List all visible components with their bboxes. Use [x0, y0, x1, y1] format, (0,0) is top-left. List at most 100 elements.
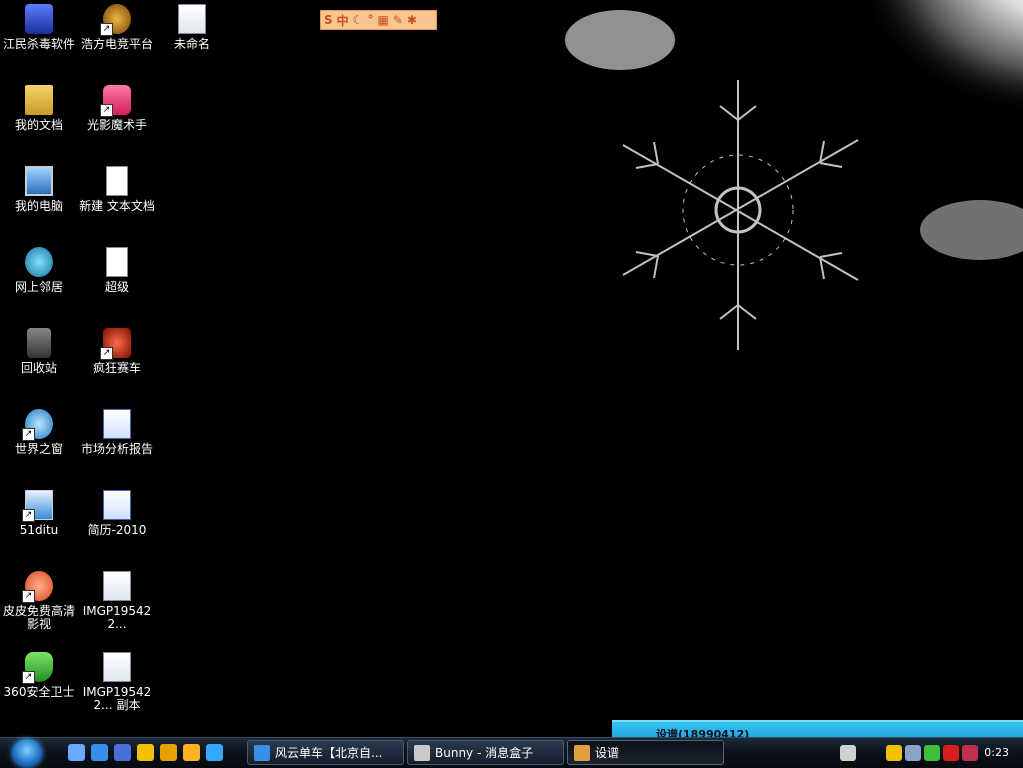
desktop-icon[interactable]: 我的电脑: [0, 164, 78, 213]
racing-game-icon[interactable]: ↗: [100, 326, 134, 360]
recycle-bin-icon[interactable]: [22, 326, 56, 360]
desktop-icon[interactable]: 网上邻居: [0, 245, 78, 294]
image-file-icon[interactable]: [100, 569, 134, 603]
desktop-icon-label: 简历-2010: [87, 523, 147, 537]
qq-icon[interactable]: [886, 745, 902, 761]
ime-toolbar[interactable]: S 中 ☾ ° ▦ ✎ ✱: [320, 10, 437, 30]
desktop-icon[interactable]: IMGP195422... 副本: [78, 650, 156, 712]
show-desktop-icon[interactable]: [68, 744, 85, 761]
taskbar: 风云单车【北京自... Bunny - 消息盒子 设谱 0:23: [0, 737, 1023, 768]
image-file-icon[interactable]: [100, 650, 134, 684]
desktop-icon[interactable]: 我的文档: [0, 83, 78, 132]
desktop-icon[interactable]: 回收站: [0, 326, 78, 375]
desktop-icon-label: 市场分析报告: [80, 442, 153, 456]
word-document-icon[interactable]: [100, 488, 134, 522]
desktop-icon[interactable]: 未命名: [153, 2, 231, 51]
shortcut-arrow-icon: ↗: [22, 428, 35, 441]
text-document-icon[interactable]: [100, 245, 134, 279]
word-document-icon[interactable]: [100, 407, 134, 441]
desktop-icon[interactable]: ↗ 51ditu: [0, 488, 78, 537]
desktop-icon-label: 我的电脑: [14, 199, 63, 213]
desktop-icon-label: IMGP195422...: [82, 604, 152, 631]
desktop-icon-label: 51ditu: [19, 523, 59, 537]
jiangmin-antivirus-icon[interactable]: [22, 2, 56, 36]
desktop-icon[interactable]: ↗ 浩方电竞平台: [78, 2, 156, 51]
sogou-logo-icon[interactable]: S: [324, 13, 333, 27]
360-security-icon[interactable]: [924, 745, 940, 761]
taskbar-button-label: 风云单车【北京自...: [275, 746, 383, 760]
desktop-icon[interactable]: 市场分析报告: [78, 407, 156, 456]
media-player-icon[interactable]: [114, 744, 131, 761]
message-box-icon: [414, 744, 430, 761]
desktop-icon-label: 新建 文本文档: [79, 199, 155, 213]
desktop-icon-label: 360安全卫士: [3, 685, 75, 699]
taskbar-button[interactable]: 风云单车【北京自...: [247, 740, 404, 765]
360-security-icon[interactable]: ↗: [22, 650, 56, 684]
video-player-icon[interactable]: ↗: [22, 569, 56, 603]
qq-contacts-icon: [574, 744, 590, 761]
desktop-icon-label: 疯狂赛车: [92, 361, 141, 375]
ime-mode-indicator[interactable]: 中: [337, 12, 349, 29]
shortcut-arrow-icon: ↗: [100, 104, 113, 117]
desktop-icon[interactable]: 简历-2010: [78, 488, 156, 537]
shield-icon[interactable]: [962, 745, 978, 761]
moon-icon[interactable]: ☾: [353, 13, 364, 27]
ie-browser-icon[interactable]: [91, 744, 108, 761]
desktop-icon-label: IMGP195422... 副本: [82, 685, 152, 712]
text-document-icon[interactable]: [100, 164, 134, 198]
desktop-icon[interactable]: ↗ 世界之窗: [0, 407, 78, 456]
desktop-icon[interactable]: IMGP195422...: [78, 569, 156, 631]
taskbar-button-label: 设谱: [595, 746, 620, 760]
desktop-icon[interactable]: ↗ 疯狂赛车: [78, 326, 156, 375]
my-computer-icon[interactable]: [22, 164, 56, 198]
desktop-icon[interactable]: 新建 文本文档: [78, 164, 156, 213]
taskbar-button[interactable]: 设谱: [567, 740, 724, 765]
shortcut-arrow-icon: ↗: [100, 23, 113, 36]
taskbar-button[interactable]: Bunny - 消息盒子: [407, 740, 564, 765]
qq-icon[interactable]: [137, 744, 154, 761]
keyboard-icon[interactable]: ▦: [377, 13, 388, 27]
shortcut-arrow-icon: ↗: [100, 347, 113, 360]
photo-editor-icon[interactable]: ↗: [100, 83, 134, 117]
keyboard-icon[interactable]: [840, 745, 856, 761]
taskbar-button-label: Bunny - 消息盒子: [435, 746, 534, 760]
network-places-icon[interactable]: [22, 245, 56, 279]
desktop-icon-label: 网上邻居: [14, 280, 63, 294]
quick-launch-bar: [68, 744, 223, 762]
desktop-icon[interactable]: ↗ 光影魔术手: [78, 83, 156, 132]
desktop-icon-label: 浩方电竞平台: [80, 37, 153, 51]
smiley-icon[interactable]: [183, 744, 200, 761]
desktop-icon[interactable]: 超级: [78, 245, 156, 294]
ie-browser-icon: [254, 744, 270, 761]
qq-popup-title: 设谱(18990412): [656, 728, 750, 737]
qq-chat-window-edge[interactable]: 设谱(18990412): [612, 720, 1023, 737]
snowflake-wallpaper: [565, 0, 1023, 350]
desktop-icon-label: 未命名: [173, 37, 210, 51]
desktop-icon-label: 回收站: [20, 361, 57, 375]
desktop-icon-label: 光影魔术手: [86, 118, 147, 132]
messenger-icon[interactable]: [206, 744, 223, 761]
haofang-gaming-icon[interactable]: ↗: [100, 2, 134, 36]
desktop[interactable]: 江民杀毒软件 ↗ 浩方电竞平台 未命名 我的文档 ↗ 光影魔术手 我的电脑 新建 文本文档 网上邻…: [0, 0, 1023, 737]
qq-group-icon[interactable]: [160, 744, 177, 761]
map-app-icon[interactable]: ↗: [22, 488, 56, 522]
tools-icon[interactable]: ✎: [393, 13, 403, 27]
kaspersky-icon[interactable]: [943, 745, 959, 761]
desktop-icon[interactable]: ↗ 360安全卫士: [0, 650, 78, 699]
start-button[interactable]: [12, 739, 42, 767]
desktop-icon[interactable]: 江民杀毒软件: [0, 2, 78, 51]
clock[interactable]: 0:23: [984, 746, 1009, 759]
desktop-icon[interactable]: ↗ 皮皮免费高清影视: [0, 569, 78, 631]
wrench-icon[interactable]: ✱: [407, 13, 417, 27]
shortcut-arrow-icon: ↗: [22, 590, 35, 603]
network-icon[interactable]: [905, 745, 921, 761]
desktop-icon-label: 世界之窗: [14, 442, 63, 456]
shortcut-arrow-icon: ↗: [22, 509, 35, 522]
punctuation-icon[interactable]: °: [367, 13, 373, 27]
desktop-icon-label: 超级: [104, 280, 129, 294]
my-documents-icon[interactable]: [22, 83, 56, 117]
shortcut-arrow-icon: ↗: [22, 671, 35, 684]
desktop-icon-label: 皮皮免费高清影视: [2, 604, 75, 631]
theworld-browser-icon[interactable]: ↗: [22, 407, 56, 441]
image-file-icon[interactable]: [175, 2, 209, 36]
